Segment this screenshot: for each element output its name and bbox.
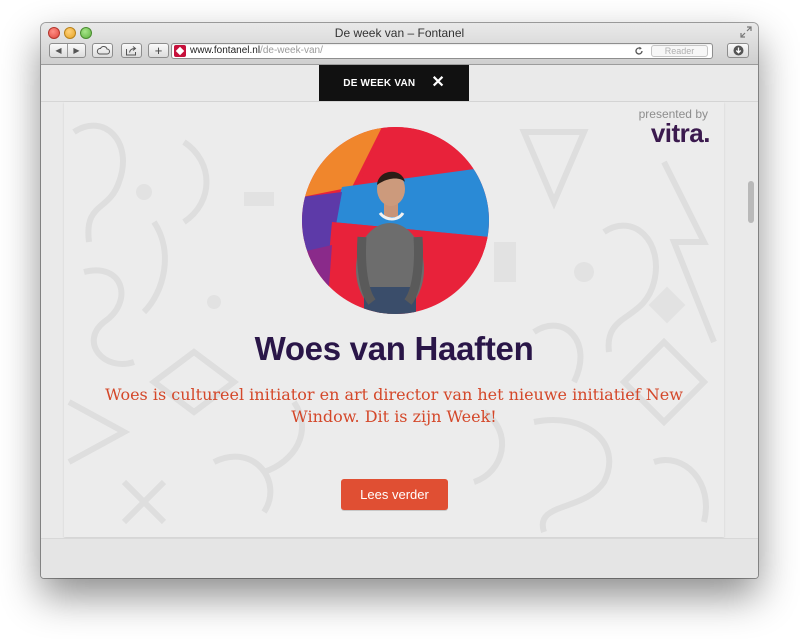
url-text: www.fontanel.nl/de-week-van/ [190, 45, 323, 57]
portrait-illustration [302, 127, 489, 314]
address-bar[interactable]: www.fontanel.nl/de-week-van/ Reader [171, 43, 713, 59]
read-more-button[interactable]: Lees verder [341, 479, 448, 510]
vitra-logo[interactable]: vitra. [651, 117, 711, 149]
downloads-button[interactable] [727, 43, 749, 58]
share-icon [126, 45, 137, 55]
section-title: DE WEEK VAN [343, 77, 416, 89]
icloud-tabs-button[interactable] [92, 43, 113, 58]
portrait-photo [302, 127, 489, 314]
reload-icon[interactable] [634, 46, 644, 56]
forward-button[interactable]: ▶ [67, 44, 85, 57]
close-icon[interactable]: ✕ [431, 75, 444, 91]
vertical-scrollbar[interactable] [743, 102, 758, 537]
url-path: /de-week-van/ [260, 45, 323, 56]
cloud-icon [96, 46, 110, 55]
back-forward-buttons: ◀ ▶ [49, 43, 86, 58]
section-header-bar: DE WEEK VAN ✕ [319, 65, 469, 101]
scroll-thumb[interactable] [748, 181, 754, 223]
page-footer-area [41, 538, 758, 578]
window-title: De week van – Fontanel [334, 26, 465, 40]
title-bar: De week van – Fontanel ◀ ▶ + www.fontane… [41, 23, 758, 65]
feature-card: presented by vitra. Woes van Haaften Woe… [64, 102, 724, 537]
new-tab-button[interactable]: + [148, 43, 169, 58]
person-name: Woes van Haaften [254, 330, 534, 367]
fullscreen-icon[interactable] [740, 26, 752, 38]
site-favicon-icon [174, 45, 186, 57]
back-button[interactable]: ◀ [50, 44, 67, 57]
share-button[interactable] [121, 43, 142, 58]
url-domain: www.fontanel.nl [190, 45, 261, 56]
page-viewport: DE WEEK VAN ✕ presented by vitra. Woes v… [41, 65, 758, 578]
intro-text: Woes is cultureel initiator en art direc… [105, 385, 683, 426]
reader-button[interactable]: Reader [651, 45, 708, 57]
browser-window: De week van – Fontanel ◀ ▶ + www.fontane… [41, 23, 758, 578]
download-icon [733, 45, 743, 56]
